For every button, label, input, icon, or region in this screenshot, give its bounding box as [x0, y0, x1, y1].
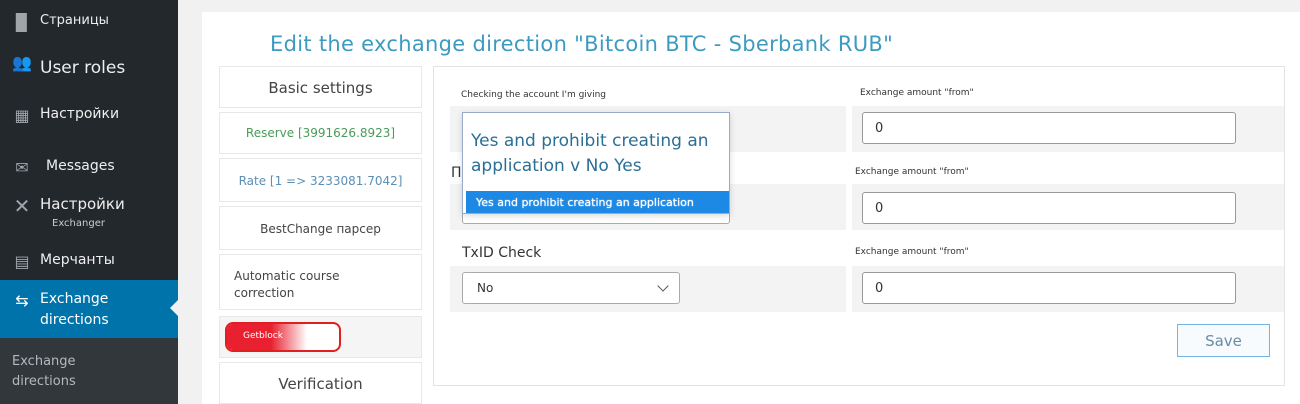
dropdown-popup[interactable]: Yes and prohibit creating an application…	[462, 112, 730, 214]
sidebar-item-label: Мерчанты	[40, 252, 115, 268]
sidebar-item-label: Настройки	[40, 106, 120, 122]
sidebar-item-label: Настройки	[40, 195, 125, 213]
field-label-account-check: Checking the account I'm giving	[461, 90, 607, 100]
save-button[interactable]: Save	[1177, 324, 1270, 357]
sidebar-item-settings[interactable]: ▦ Настройки	[0, 100, 178, 130]
sidebar-item-exchange-directions[interactable]: ⇆ Exchange directions	[0, 280, 178, 338]
exchange-icon: ⇆	[15, 290, 29, 310]
chevron-down-icon	[657, 280, 669, 292]
amount-from-input[interactable]: 0	[862, 272, 1236, 304]
tab-basic-settings[interactable]: Basic settings	[219, 66, 422, 108]
tools-icon: ✕	[13, 194, 31, 218]
amount-from-input[interactable]: 0	[862, 112, 1236, 144]
tab-verification[interactable]: Verification	[219, 362, 422, 404]
dropdown-option-highlighted[interactable]: Yes and prohibit creating an application	[466, 191, 729, 213]
getblock-highlight[interactable]: Getblock	[225, 322, 341, 352]
users-icon: 👥	[12, 52, 32, 72]
submenu-exchange-directions[interactable]: Exchange directions	[0, 338, 178, 404]
sidebar-item-messages[interactable]: ✉ Messages	[0, 152, 178, 182]
settings-icon: ▦	[14, 105, 30, 125]
field-label-amount-from: Exchange amount "from"	[860, 88, 974, 98]
txid-check-select[interactable]: No	[462, 272, 680, 304]
merchants-icon: ▤	[14, 251, 30, 271]
sidebar-item-sublabel: Exchanger	[52, 218, 105, 229]
tab-reserve[interactable]: Reserve [3991626.8923]	[219, 112, 422, 154]
sidebar-item-label: Exchange directions	[40, 291, 109, 328]
field-label-txid-check: TxID Check	[462, 245, 542, 261]
admin-sidebar: ▉ Страницы 👥 User roles ▦ Настройки ✉ Me…	[0, 0, 178, 404]
sidebar-item-user-roles[interactable]: 👥 User roles	[0, 50, 178, 86]
tab-rate[interactable]: Rate [1 => 3233081.7042]	[219, 158, 422, 202]
sidebar-item-merchants[interactable]: ▤ Мерчанты	[0, 246, 178, 276]
dropdown-options-text: Yes and prohibit creating an application…	[471, 131, 709, 176]
sidebar-item-pages[interactable]: ▉ Страницы	[0, 8, 178, 36]
page-title: Edit the exchange direction "Bitcoin BTC…	[270, 32, 894, 56]
sidebar-item-label: User roles	[40, 58, 126, 78]
field-label-amount-from: Exchange amount "from"	[855, 167, 969, 177]
pages-icon: ▉	[15, 12, 29, 32]
select-value: No	[477, 281, 494, 295]
tab-automatic-course-correction[interactable]: Automatic course correction	[219, 254, 422, 310]
field-label-amount-from: Exchange amount "from"	[855, 247, 969, 257]
sidebar-item-label: Messages	[46, 158, 115, 174]
tab-getblock-label: Getblock	[243, 331, 283, 341]
submenu-item-label: Exchange directions	[12, 354, 76, 389]
active-indicator	[170, 300, 178, 316]
sidebar-item-label: Страницы	[40, 13, 109, 28]
tab-bestchange-parser[interactable]: BestChange парсер	[219, 206, 422, 250]
sidebar-item-exchanger-settings[interactable]: ✕ Настройки Exchanger	[0, 192, 178, 236]
amount-from-input[interactable]: 0	[862, 192, 1236, 224]
field-label-partial: П	[451, 165, 462, 181]
mail-icon: ✉	[15, 157, 29, 177]
